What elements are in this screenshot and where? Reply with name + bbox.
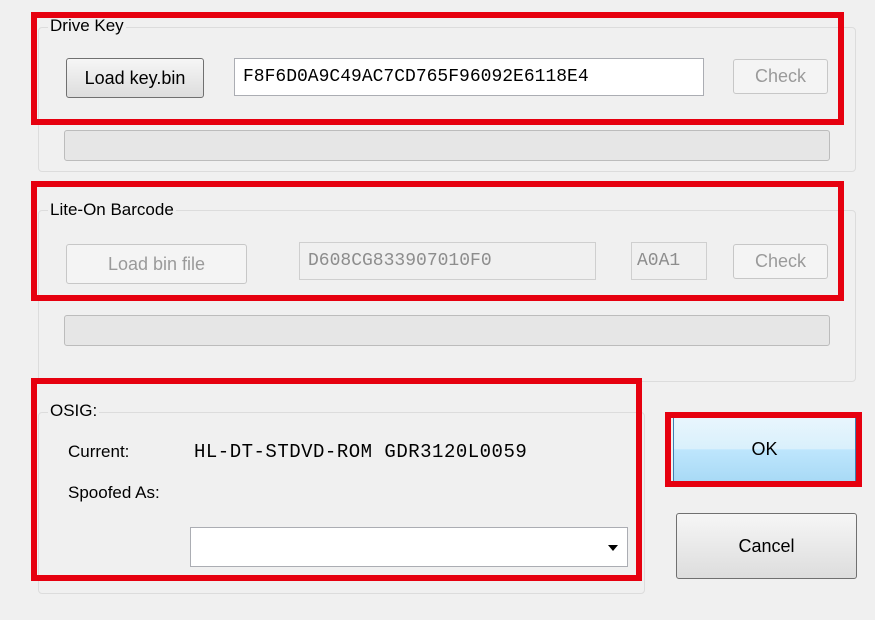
barcode-code-field[interactable]: A0A1 [631, 242, 707, 280]
spoofed-as-dropdown[interactable] [190, 527, 628, 567]
drive-key-legend: Drive Key [48, 16, 126, 36]
barcode-progress-bar [64, 315, 830, 346]
load-bin-file-button[interactable]: Load bin file [66, 244, 247, 284]
cancel-button[interactable]: Cancel [676, 513, 857, 579]
current-osig-value: HL-DT-STDVD-ROM GDR3120L0059 [194, 441, 528, 463]
chevron-down-icon [608, 545, 618, 551]
current-label: Current: [68, 442, 130, 461]
load-key-bin-button[interactable]: Load key.bin [66, 58, 204, 98]
barcode-field[interactable]: D608CG833907010F0 [299, 242, 596, 280]
drive-key-field[interactable]: F8F6D0A9C49AC7CD765F96092E6118E4 [234, 58, 704, 96]
spoofed-as-label: Spoofed As: [68, 483, 160, 502]
drive-key-check-button[interactable]: Check [733, 59, 828, 94]
osig-legend: OSIG: [48, 401, 100, 421]
liteon-barcode-group [38, 210, 856, 382]
ok-button[interactable]: OK [673, 414, 856, 484]
barcode-check-button[interactable]: Check [733, 244, 828, 279]
drive-key-progress-bar [64, 130, 830, 161]
liteon-barcode-legend: Lite-On Barcode [48, 200, 176, 220]
